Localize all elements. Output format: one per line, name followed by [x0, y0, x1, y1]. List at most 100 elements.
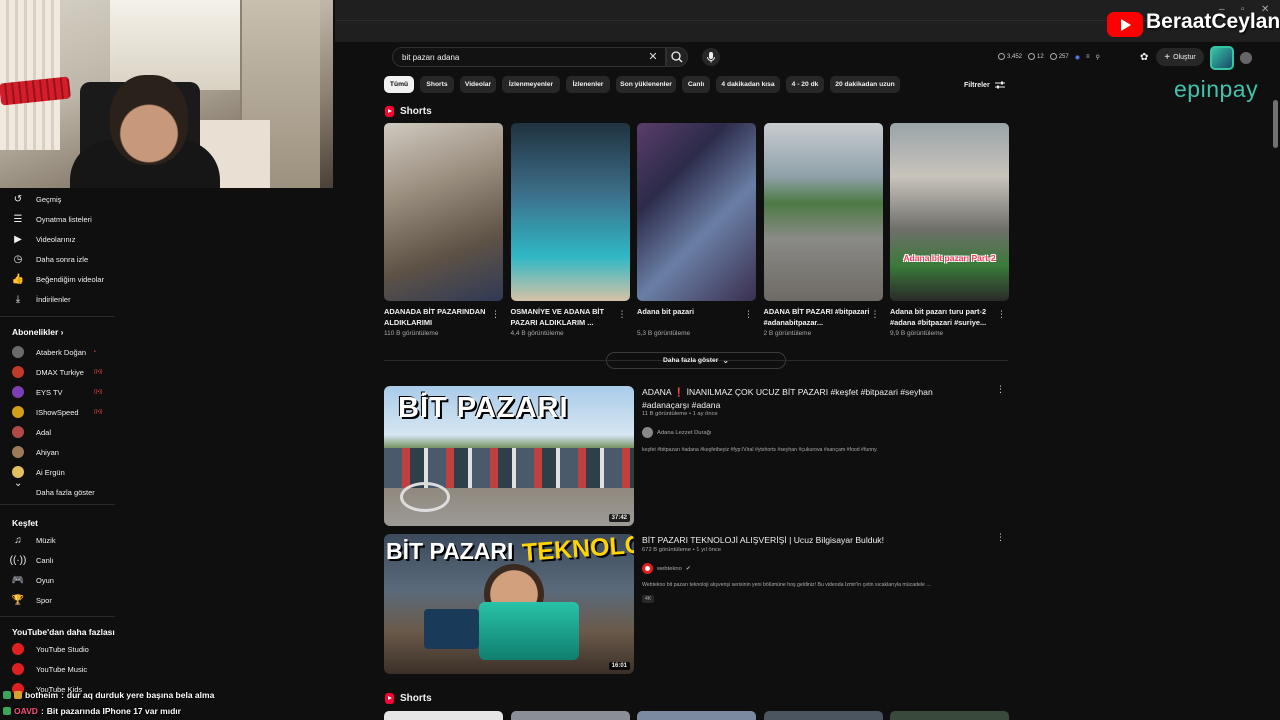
subscriptions-heading[interactable]: Abonelikler ›: [12, 327, 64, 337]
search-box[interactable]: [392, 47, 666, 67]
short-title[interactable]: ADANA BİT PAZARI #bitpazari #adanabitpaz…: [764, 306, 870, 328]
channel-name[interactable]: Adana Lezzet Durağı: [657, 430, 711, 436]
sidebar-item-label: Spor: [36, 595, 52, 605]
shorts-icon: [385, 693, 394, 704]
filter-chip-6[interactable]: Canlı: [682, 76, 710, 93]
filters-button[interactable]: Filtreler: [964, 80, 1006, 90]
search-input[interactable]: [402, 51, 632, 64]
filter-chip-9[interactable]: 20 dakikadan uzun: [830, 76, 900, 93]
filter-chip-0[interactable]: Tümü: [384, 76, 414, 93]
thumbnail-caption: BİT PAZARI: [398, 392, 569, 424]
sidebar-more-1[interactable]: YouTube Music: [0, 659, 118, 679]
sidebar-item-4[interactable]: 👍 Beğendiğim videolar: [0, 269, 118, 289]
filter-chip-8[interactable]: 4 - 20 dk: [786, 76, 824, 93]
sidebar-explore-2[interactable]: 🎮 Oyun: [0, 570, 118, 590]
sidebar-item-1[interactable]: ☰ Oynatma listeleri: [0, 209, 118, 229]
video-channel[interactable]: Adana Lezzet Durağı: [642, 427, 711, 438]
filter-chip-1[interactable]: Shorts: [420, 76, 454, 93]
sidebar-item-3[interactable]: ◷ Daha sonra izle: [0, 249, 118, 269]
channel-avatar: [12, 406, 24, 418]
more-actions-icon[interactable]: ⋮: [618, 309, 627, 320]
short-title[interactable]: OSMANİYE VE ADANA BİT PAZARI ALDIKLARIM …: [511, 306, 617, 328]
search-button[interactable]: [666, 47, 688, 67]
shorts-shelf-header: Shorts: [385, 106, 432, 117]
chat-separator: :: [61, 690, 64, 700]
sidebar-subscription-1[interactable]: DMAX Turkiye ((•)): [0, 362, 118, 382]
youtube-logo-icon: [1107, 12, 1143, 37]
filter-chip-4[interactable]: İzlenenler: [566, 76, 610, 93]
short-title[interactable]: ADANADA BİT PAZARINDAN ALDIKLARIMI: [384, 306, 490, 328]
short-thumbnail[interactable]: [637, 123, 756, 301]
sidebar-item-2[interactable]: ▶ Videolarınız: [0, 229, 118, 249]
filter-chip-5[interactable]: Son yüklenenler: [616, 76, 676, 93]
more-actions-icon[interactable]: ⋮: [996, 532, 1005, 543]
short-thumbnail[interactable]: [384, 711, 503, 720]
more-actions-icon[interactable]: ⋮: [997, 309, 1006, 320]
sidebar-explore-3[interactable]: 🏆 Spor: [0, 590, 118, 610]
live-indicator-icon: ((•)): [94, 409, 103, 415]
more-actions-icon[interactable]: ⋮: [744, 309, 753, 320]
channel-name[interactable]: webtekno: [657, 566, 682, 572]
sidebar-subscription-4[interactable]: Adal: [0, 422, 118, 442]
video-title[interactable]: ADANA ❗️ İNANILMAZ ÇOK UCUZ BİT PAZARI #…: [642, 386, 962, 411]
clear-search-icon[interactable]: ✕: [646, 50, 660, 64]
playlist-icon: ☰: [13, 213, 23, 225]
video-channel[interactable]: webtekno ✔: [642, 563, 691, 574]
more-from-youtube-heading: YouTube'dan daha fazlası: [12, 627, 115, 637]
short-overlay-text: Adana bit pazarı Part-2: [903, 253, 996, 263]
short-thumbnail[interactable]: [510, 123, 630, 301]
more-actions-icon[interactable]: ⋮: [871, 309, 880, 320]
short-thumbnail[interactable]: [510, 711, 630, 720]
secondary-avatar[interactable]: [1240, 52, 1252, 64]
thumbnail-bicycle: [400, 482, 450, 512]
bug-icon[interactable]: ⚲: [1095, 54, 1099, 61]
voice-search-button[interactable]: [702, 48, 720, 66]
video-icon: ▶: [14, 233, 22, 245]
sidebar-item-label: IShowSpeed: [36, 407, 79, 417]
extension-icon[interactable]: ◉: [1075, 54, 1080, 61]
short-thumbnail[interactable]: [763, 711, 883, 720]
channel-avatar: [12, 426, 24, 438]
more-actions-icon[interactable]: ⋮: [996, 384, 1005, 395]
sidebar-explore-1[interactable]: ((·)) Canlı: [0, 550, 118, 570]
channel-avatar: [12, 663, 24, 675]
thumbs-up-icon: 👍: [11, 273, 25, 285]
short-title[interactable]: Adana bit pazarı turu part-2 #adana #bit…: [890, 306, 996, 328]
sidebar-subscription-5[interactable]: Ahiyan: [0, 442, 118, 462]
sidebar-subscription-3[interactable]: IShowSpeed ((•)): [0, 402, 118, 422]
video-title[interactable]: BİT PAZARI TEKNOLOJİ ALIŞVERİŞİ | Ucuz B…: [642, 534, 962, 547]
sidebar-more-0[interactable]: YouTube Studio: [0, 639, 118, 659]
filter-chip-2[interactable]: Videolar: [460, 76, 496, 93]
short-views: 110 B görüntüleme: [384, 330, 439, 337]
short-thumbnail[interactable]: [384, 123, 503, 301]
filters-label: Filtreler: [964, 81, 990, 89]
list-icon[interactable]: ≡: [1086, 54, 1090, 60]
filter-chip-3[interactable]: İzlenmeyenler: [502, 76, 560, 93]
sidebar-item-label: EYS TV: [36, 387, 63, 397]
stat-other-value: 257: [1058, 54, 1069, 61]
video-thumbnail[interactable]: BİT PAZARI TEKNOLOJİ 16:01: [384, 534, 634, 674]
show-more-shorts-button[interactable]: Daha fazla göster ⌄: [606, 352, 786, 369]
page-scrollbar[interactable]: [1273, 100, 1278, 148]
video-thumbnail[interactable]: BİT PAZARI 37:42: [384, 386, 634, 526]
sidebar-explore-0[interactable]: ♫ Müzik: [0, 530, 118, 550]
sidebar-item-0[interactable]: ↺ Geçmiş: [0, 189, 118, 209]
account-avatar[interactable]: [1210, 46, 1234, 70]
create-button[interactable]: + Oluştur: [1156, 48, 1204, 66]
sidebar-item-label: Geçmiş: [36, 194, 62, 204]
sidebar-item-5[interactable]: ⤓ İndirilenler: [0, 289, 118, 309]
sidebar-subscription-2[interactable]: EYS TV ((•)): [0, 382, 118, 402]
sponsor-logo: epinpay: [1174, 76, 1259, 102]
short-thumbnail[interactable]: [637, 711, 756, 720]
short-thumbnail[interactable]: [763, 123, 883, 301]
short-title[interactable]: Adana bit pazari: [637, 306, 743, 317]
settings-gear-icon[interactable]: ✿: [1140, 52, 1148, 63]
channel-avatar[interactable]: [642, 427, 653, 438]
filter-chip-7[interactable]: 4 dakikadan kısa: [716, 76, 780, 93]
channel-avatar[interactable]: [642, 563, 653, 574]
short-thumbnail[interactable]: [890, 711, 1009, 720]
chat-text: dur aq durduk yere başına bela alma: [66, 690, 215, 700]
short-thumbnail[interactable]: Adana bit pazarı Part-2: [890, 123, 1009, 301]
sidebar-subscription-0[interactable]: Ataberk Doğan •: [0, 342, 118, 362]
more-actions-icon[interactable]: ⋮: [491, 309, 500, 320]
